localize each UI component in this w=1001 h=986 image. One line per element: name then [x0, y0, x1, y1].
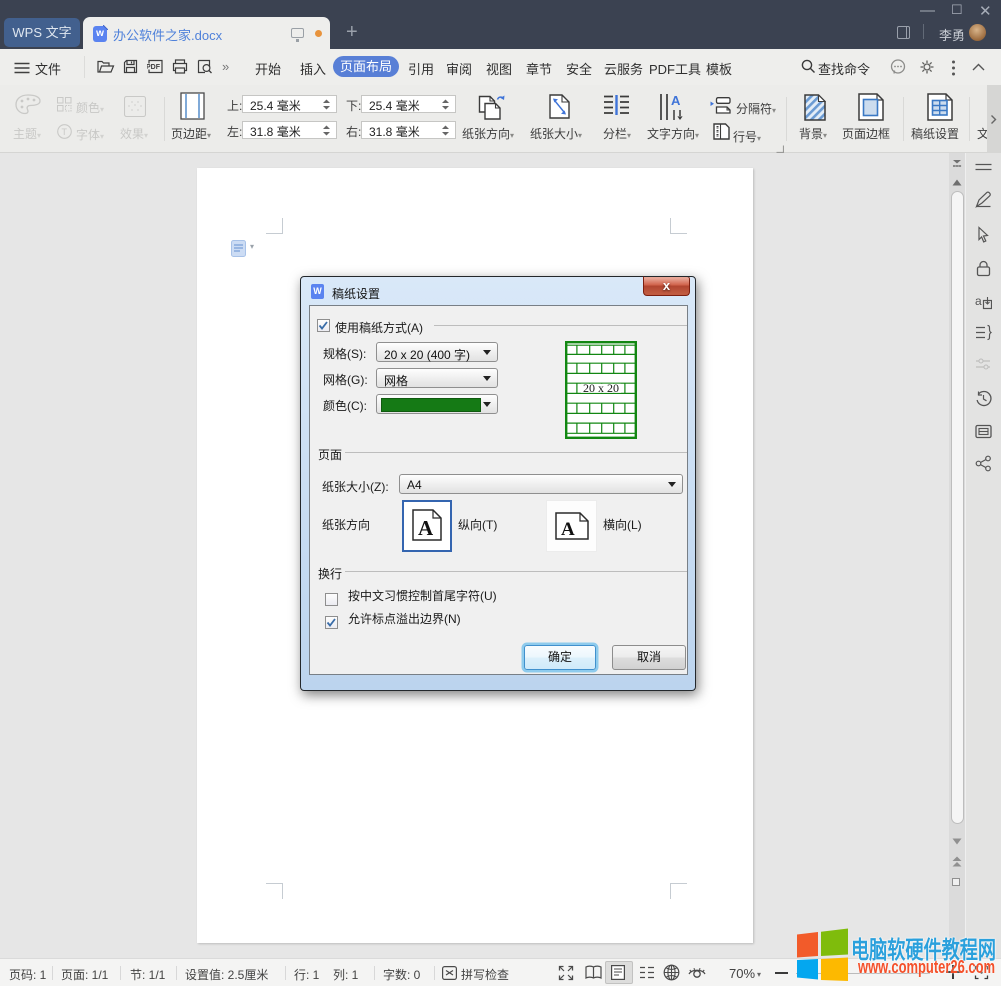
svg-text:A: A: [671, 94, 681, 108]
svg-text:PDF: PDF: [147, 64, 161, 71]
svg-text:T: T: [62, 127, 68, 137]
svg-text:A: A: [418, 516, 434, 540]
svg-text:20 x 20: 20 x 20: [583, 381, 619, 395]
svg-text:A: A: [561, 519, 575, 540]
svg-text:a: a: [975, 294, 982, 308]
